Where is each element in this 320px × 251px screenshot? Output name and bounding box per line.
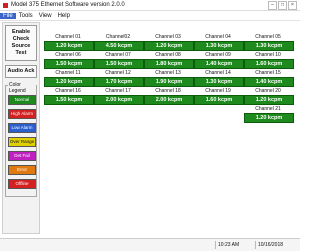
- channel-value: 1.40 kcpm: [194, 59, 244, 69]
- channel-08[interactable]: Channel 08 1.80 kcpm: [144, 52, 194, 70]
- audio-ack-button[interactable]: Audio Ack: [5, 65, 37, 78]
- channel-value: 1.50 kcpm: [94, 59, 144, 69]
- channel-04[interactable]: Channel 04 1.30 kcpm: [194, 34, 244, 52]
- status-date: 10/16/2018: [255, 241, 298, 249]
- channel-03[interactable]: Channel 03 1.20 kcpm: [144, 34, 194, 52]
- title-bar: Model 375 Ethernet Software version 2.0.…: [0, 0, 300, 11]
- channel-value: 1.60 kcpm: [244, 59, 294, 69]
- channel-label: Channel 16: [55, 88, 81, 94]
- channel-value: 1.30 kcpm: [194, 41, 244, 51]
- channel-label: Channel 15: [255, 70, 281, 76]
- channel-05[interactable]: Channel 05 1.30 kcpm: [244, 34, 294, 52]
- channel-15[interactable]: Channel 15 1.40 kcpm: [244, 70, 294, 88]
- channel-label: Channel 09: [205, 52, 231, 58]
- channel-value: 2.00 kcpm: [144, 95, 194, 105]
- channel-09[interactable]: Channel 09 1.40 kcpm: [194, 52, 244, 70]
- channel-label: Channel 04: [205, 34, 231, 40]
- channel-value: 1.40 kcpm: [244, 77, 294, 87]
- channel-label: Channel 08: [155, 52, 181, 58]
- channel-11[interactable]: Channel 11 1.20 kcpm: [44, 70, 94, 88]
- channel-value: 2.00 kcpm: [94, 95, 144, 105]
- channel-label: Channel 17: [105, 88, 131, 94]
- enable-check-source-button[interactable]: Enable Check Source Test: [5, 25, 37, 61]
- maximize-icon[interactable]: □: [278, 1, 287, 10]
- channel-label: Channel 21: [255, 106, 281, 112]
- channel-14[interactable]: Channel 14 1.30 kcpm: [194, 70, 244, 88]
- channel-label: Channel 14: [205, 70, 231, 76]
- channel-label: Channel 18: [155, 88, 181, 94]
- channel-01[interactable]: Channel 01 1.20 kcpm: [44, 34, 94, 52]
- menu-bar: File Tools View Help: [0, 11, 300, 21]
- channel-16[interactable]: Channel 16 1.50 kcpm: [44, 88, 94, 106]
- channel-06[interactable]: Channel 06 1.50 kcpm: [44, 52, 94, 70]
- channel-21[interactable]: Channel 21 1.20 kcpm: [244, 106, 294, 124]
- channel-value: 1.50 kcpm: [44, 95, 94, 105]
- channel-value: 1.50 kcpm: [44, 59, 94, 69]
- channel-label: Channel 01: [55, 34, 81, 40]
- legend-title: Color Legend: [8, 82, 36, 94]
- legend-offline: Offline: [8, 179, 36, 189]
- channel-value: 1.20 kcpm: [44, 77, 94, 87]
- channel-02[interactable]: Channel02 4.50 kcpm: [94, 34, 144, 52]
- channel-label: Channel 07: [105, 52, 131, 58]
- minimize-icon[interactable]: –: [268, 1, 277, 10]
- channel-value: 1.70 kcpm: [94, 77, 144, 87]
- channel-label: Channel 06: [55, 52, 81, 58]
- channel-value: 1.20 kcpm: [244, 113, 294, 123]
- legend-det-fail: Det Fail: [8, 151, 36, 161]
- channel-value: 4.50 kcpm: [94, 41, 144, 51]
- channel-07[interactable]: Channel 07 1.50 kcpm: [94, 52, 144, 70]
- channel-18[interactable]: Channel 18 2.00 kcpm: [144, 88, 194, 106]
- channel-label: Channel 13: [155, 70, 181, 76]
- channel-19[interactable]: Channel 19 1.60 kcpm: [194, 88, 244, 106]
- channel-value: 1.30 kcpm: [194, 77, 244, 87]
- channel-17[interactable]: Channel 17 2.00 kcpm: [94, 88, 144, 106]
- channel-value: 1.30 kcpm: [244, 41, 294, 51]
- channel-value: 1.90 kcpm: [144, 77, 194, 87]
- channel-label: Channel02: [105, 34, 131, 40]
- legend-normal: Normal: [8, 95, 36, 105]
- legend-high-alarm: High Alarm: [8, 109, 36, 119]
- legend-over-range: Over Range: [8, 137, 36, 147]
- legend-error: Error: [8, 165, 36, 175]
- menu-file[interactable]: File: [0, 12, 16, 19]
- channel-label: Channel 10: [255, 52, 281, 58]
- channel-20[interactable]: Channel 20 1.20 kcpm: [244, 88, 294, 106]
- channel-label: Channel 05: [255, 34, 281, 40]
- menu-view[interactable]: View: [36, 13, 55, 19]
- left-panel: Enable Check Source Test Audio Ack Color…: [2, 22, 40, 234]
- channel-value: 1.20 kcpm: [44, 41, 94, 51]
- channel-label: Channel 11: [55, 70, 81, 76]
- channel-13[interactable]: Channel 13 1.90 kcpm: [144, 70, 194, 88]
- channel-value: 1.20 kcpm: [144, 41, 194, 51]
- channel-label: Channel 12: [105, 70, 131, 76]
- channel-12[interactable]: Channel 12 1.70 kcpm: [94, 70, 144, 88]
- channel-label: Channel 03: [155, 34, 181, 40]
- channel-value: 1.60 kcpm: [194, 95, 244, 105]
- status-bar: 10:23 AM 10/16/2018: [0, 238, 300, 251]
- color-legend: Color Legend Normal High Alarm Low Alarm…: [5, 82, 37, 197]
- channel-label: Channel 20: [255, 88, 281, 94]
- channel-label: Channel 19: [205, 88, 231, 94]
- legend-low-alarm: Low Alarm: [8, 123, 36, 133]
- menu-help[interactable]: Help: [55, 13, 73, 19]
- channel-value: 1.80 kcpm: [144, 59, 194, 69]
- status-time: 10:23 AM: [215, 241, 254, 249]
- window-title: Model 375 Ethernet Software version 2.0.…: [11, 2, 125, 8]
- menu-tools[interactable]: Tools: [16, 13, 36, 19]
- app-icon: [3, 2, 8, 8]
- close-icon[interactable]: ×: [288, 1, 297, 10]
- channel-10[interactable]: Channel 10 1.60 kcpm: [244, 52, 294, 70]
- channel-value: 1.20 kcpm: [244, 95, 294, 105]
